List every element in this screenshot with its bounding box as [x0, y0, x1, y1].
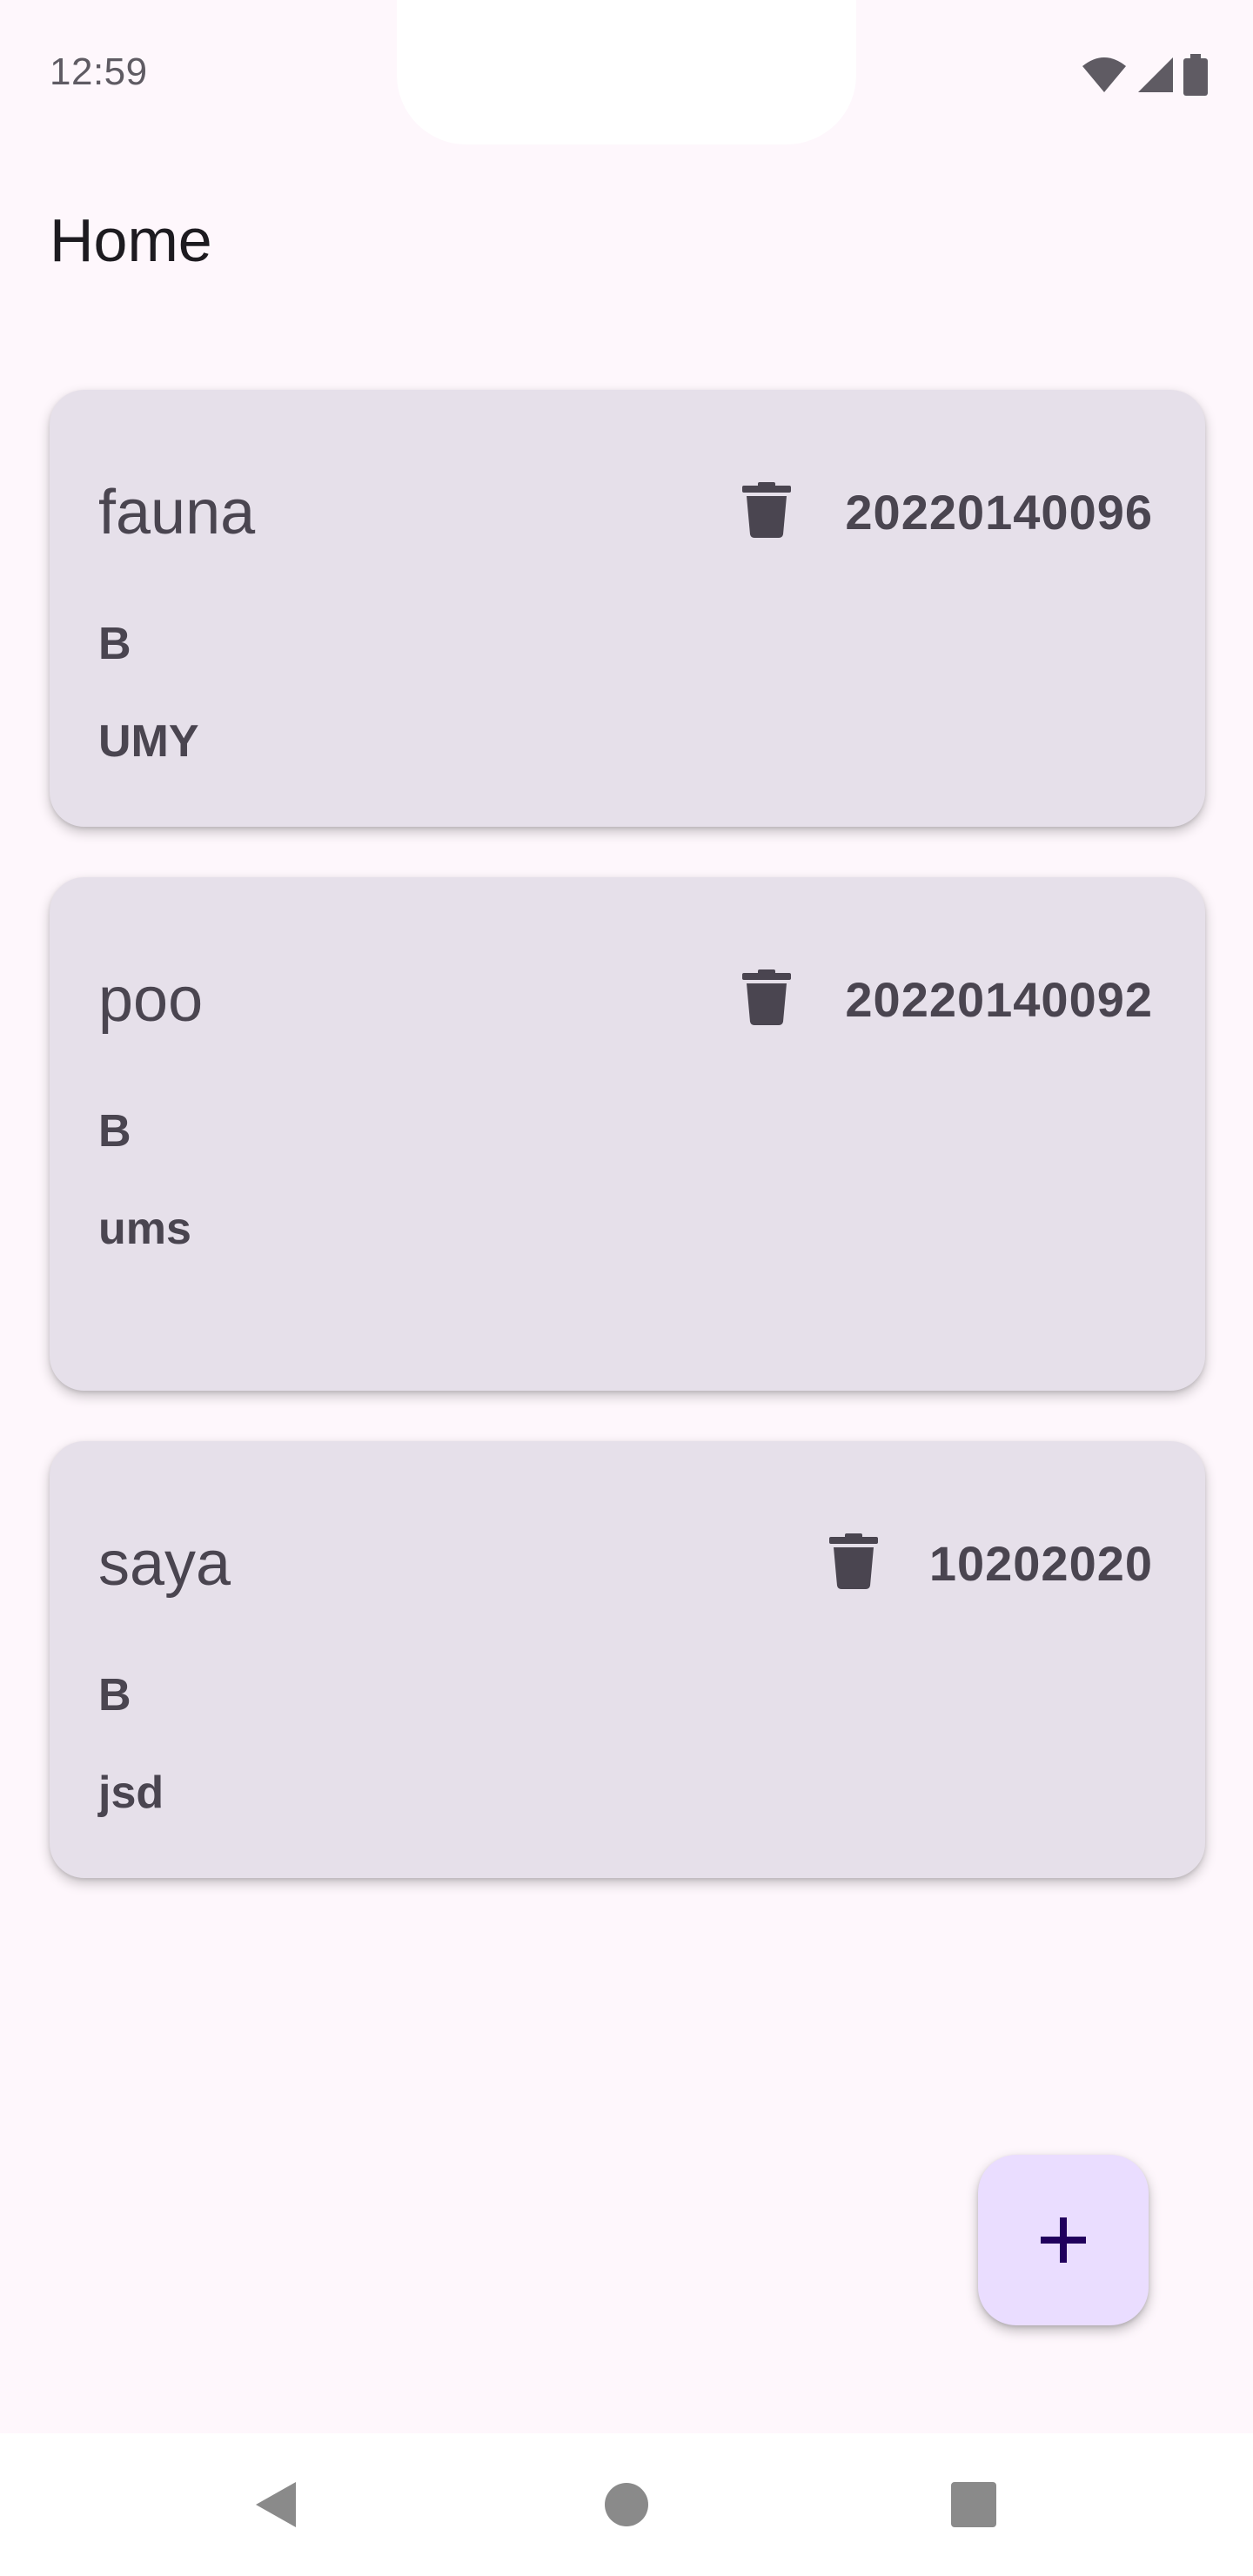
- card-line-1: B: [98, 619, 131, 669]
- trash-icon[interactable]: [829, 1533, 878, 1589]
- card-name: fauna: [98, 478, 256, 547]
- card-id: 20220140096: [845, 485, 1153, 540]
- trash-icon[interactable]: [742, 482, 791, 538]
- card-id: 10202020: [928, 1536, 1153, 1591]
- home-icon[interactable]: [604, 2480, 649, 2529]
- trash-icon[interactable]: [742, 969, 791, 1025]
- add-button[interactable]: [978, 2155, 1149, 2325]
- display-notch: [397, 0, 856, 144]
- wifi-icon: [1082, 57, 1126, 92]
- list-item[interactable]: saya 10202020 B jsd: [50, 1441, 1205, 1878]
- card-line-1: B: [98, 1106, 131, 1157]
- card-line-1: B: [98, 1670, 131, 1721]
- battery-icon: [1183, 54, 1208, 96]
- list-item[interactable]: fauna 20220140096 B UMY: [50, 390, 1205, 827]
- back-icon[interactable]: [252, 2480, 298, 2529]
- plus-icon: [1041, 2217, 1086, 2263]
- page-title: Home: [50, 206, 212, 274]
- card-line-2: ums: [98, 1204, 191, 1254]
- list-item[interactable]: poo 20220140092 B ums: [50, 877, 1205, 1391]
- card-line-2: UMY: [98, 716, 199, 767]
- card-name: saya: [98, 1529, 231, 1599]
- cellular-signal-icon: [1138, 57, 1173, 92]
- system-navigation-bar: [0, 2433, 1253, 2576]
- status-time: 12:59: [50, 50, 148, 93]
- card-id: 20220140092: [845, 972, 1153, 1027]
- recents-icon[interactable]: [950, 2480, 997, 2529]
- status-icons: [1081, 54, 1208, 96]
- card-name: poo: [98, 965, 204, 1035]
- card-line-2: jsd: [98, 1768, 164, 1818]
- status-bar: 12:59: [0, 0, 1253, 148]
